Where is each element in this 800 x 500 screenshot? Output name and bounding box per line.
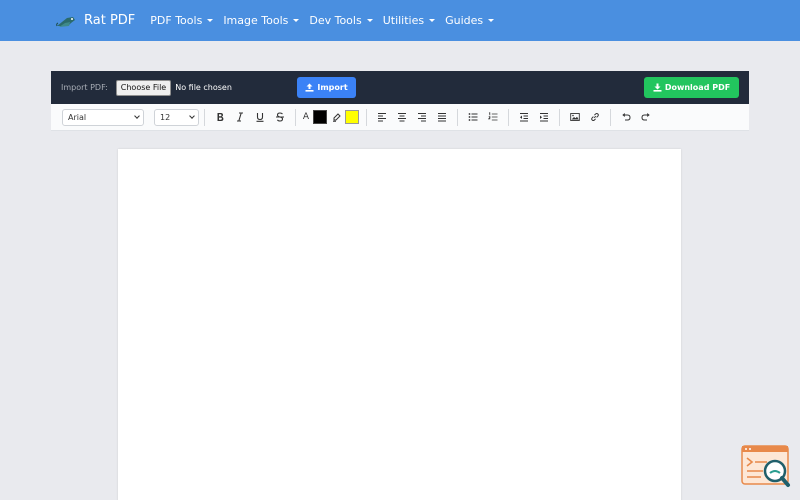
nav-item-dev-tools[interactable]: Dev Tools [309,14,373,27]
align-right-button[interactable] [412,108,432,126]
italic-icon [237,112,243,122]
caret-down-icon [366,19,373,22]
import-label: Import PDF: [61,83,108,92]
nav-item-label: Utilities [382,14,425,27]
align-left-button[interactable] [372,108,392,126]
underline-icon [256,113,264,122]
align-right-icon [418,113,426,122]
caret-down-icon [488,19,495,22]
download-pdf-button[interactable]: Download PDF [644,77,739,98]
text-color-swatch[interactable] [313,110,327,124]
highlight-color-swatch[interactable] [345,110,359,124]
nav-item-label: Dev Tools [309,14,362,27]
nav-item-pdf-tools[interactable]: PDF Tools [150,14,214,27]
nav-item-guides[interactable]: Guides [445,14,495,27]
toolbar-divider [204,108,205,126]
toolbar-divider [610,108,611,126]
caret-down-icon [429,19,436,22]
font-size-select[interactable]: 12 [154,108,199,126]
bullet-list-icon [468,113,478,121]
toolbar-divider [295,108,296,126]
nav-item-label: PDF Tools [150,14,203,27]
numbered-list-icon [488,112,498,121]
import-bar: Import PDF: Choose File No file chosen I… [51,71,749,104]
text-color-icon: A [302,112,310,122]
brand[interactable]: Rat PDF [56,0,135,41]
caret-down-icon [207,19,214,22]
caret-down-icon [293,19,300,22]
underline-button[interactable] [250,108,270,126]
font-family-select[interactable]: Arial [62,108,144,126]
toolbar-divider [508,108,509,126]
import-button[interactable]: Import [297,77,356,98]
strikethrough-icon [276,112,284,122]
indent-button[interactable] [534,108,554,126]
rat-icon [56,16,75,27]
undo-icon [622,113,631,121]
pdf-editor: Import PDF: Choose File No file chosen I… [51,71,749,131]
redo-button[interactable] [636,108,656,126]
indent-icon [540,113,548,122]
link-icon [591,112,599,122]
choose-file-button[interactable]: Choose File [115,79,172,96]
insert-image-button[interactable] [565,108,585,126]
toolbar-divider [366,108,367,126]
chevron-down-icon [134,113,140,119]
brand-name: Rat PDF [84,13,136,28]
align-left-icon [378,113,386,122]
align-justify-icon [438,113,446,122]
font-family-value: Arial [68,112,87,122]
font-size-value: 12 [160,112,171,122]
bold-icon [217,113,224,121]
nav-item-utilities[interactable]: Utilities [382,14,436,27]
file-status: No file chosen [175,83,232,92]
chevron-down-icon [189,113,195,119]
nav-item-label: Image Tools [223,14,289,27]
italic-button[interactable] [230,108,250,126]
outdent-icon [520,113,528,122]
search-widget-icon[interactable] [741,445,791,490]
insert-link-button[interactable] [585,108,605,126]
bullet-list-button[interactable] [463,108,483,126]
download-button-label: Download PDF [664,83,731,92]
highlight-button[interactable] [329,108,343,126]
outdent-button[interactable] [514,108,534,126]
undo-button[interactable] [616,108,636,126]
highlighter-icon [332,112,341,122]
strikethrough-button[interactable] [270,108,290,126]
align-justify-button[interactable] [432,108,452,126]
toolbar-divider [559,108,560,126]
document-page[interactable] [118,149,681,500]
bold-button[interactable] [210,108,230,126]
top-navbar: Rat PDF PDF Tools Image Tools Dev Tools … [0,0,800,41]
toolbar-divider [457,108,458,126]
import-button-label: Import [317,83,348,92]
format-toolbar: Arial 12 A [51,104,749,131]
numbered-list-button[interactable] [483,108,503,126]
download-icon [653,83,662,92]
redo-icon [641,113,650,121]
nav-menu: PDF Tools Image Tools Dev Tools Utilitie… [150,14,504,27]
align-center-button[interactable] [392,108,412,126]
upload-icon [305,83,314,92]
align-center-icon [398,113,406,122]
image-icon [570,113,580,121]
nav-item-image-tools[interactable]: Image Tools [223,14,300,27]
nav-item-label: Guides [445,14,484,27]
